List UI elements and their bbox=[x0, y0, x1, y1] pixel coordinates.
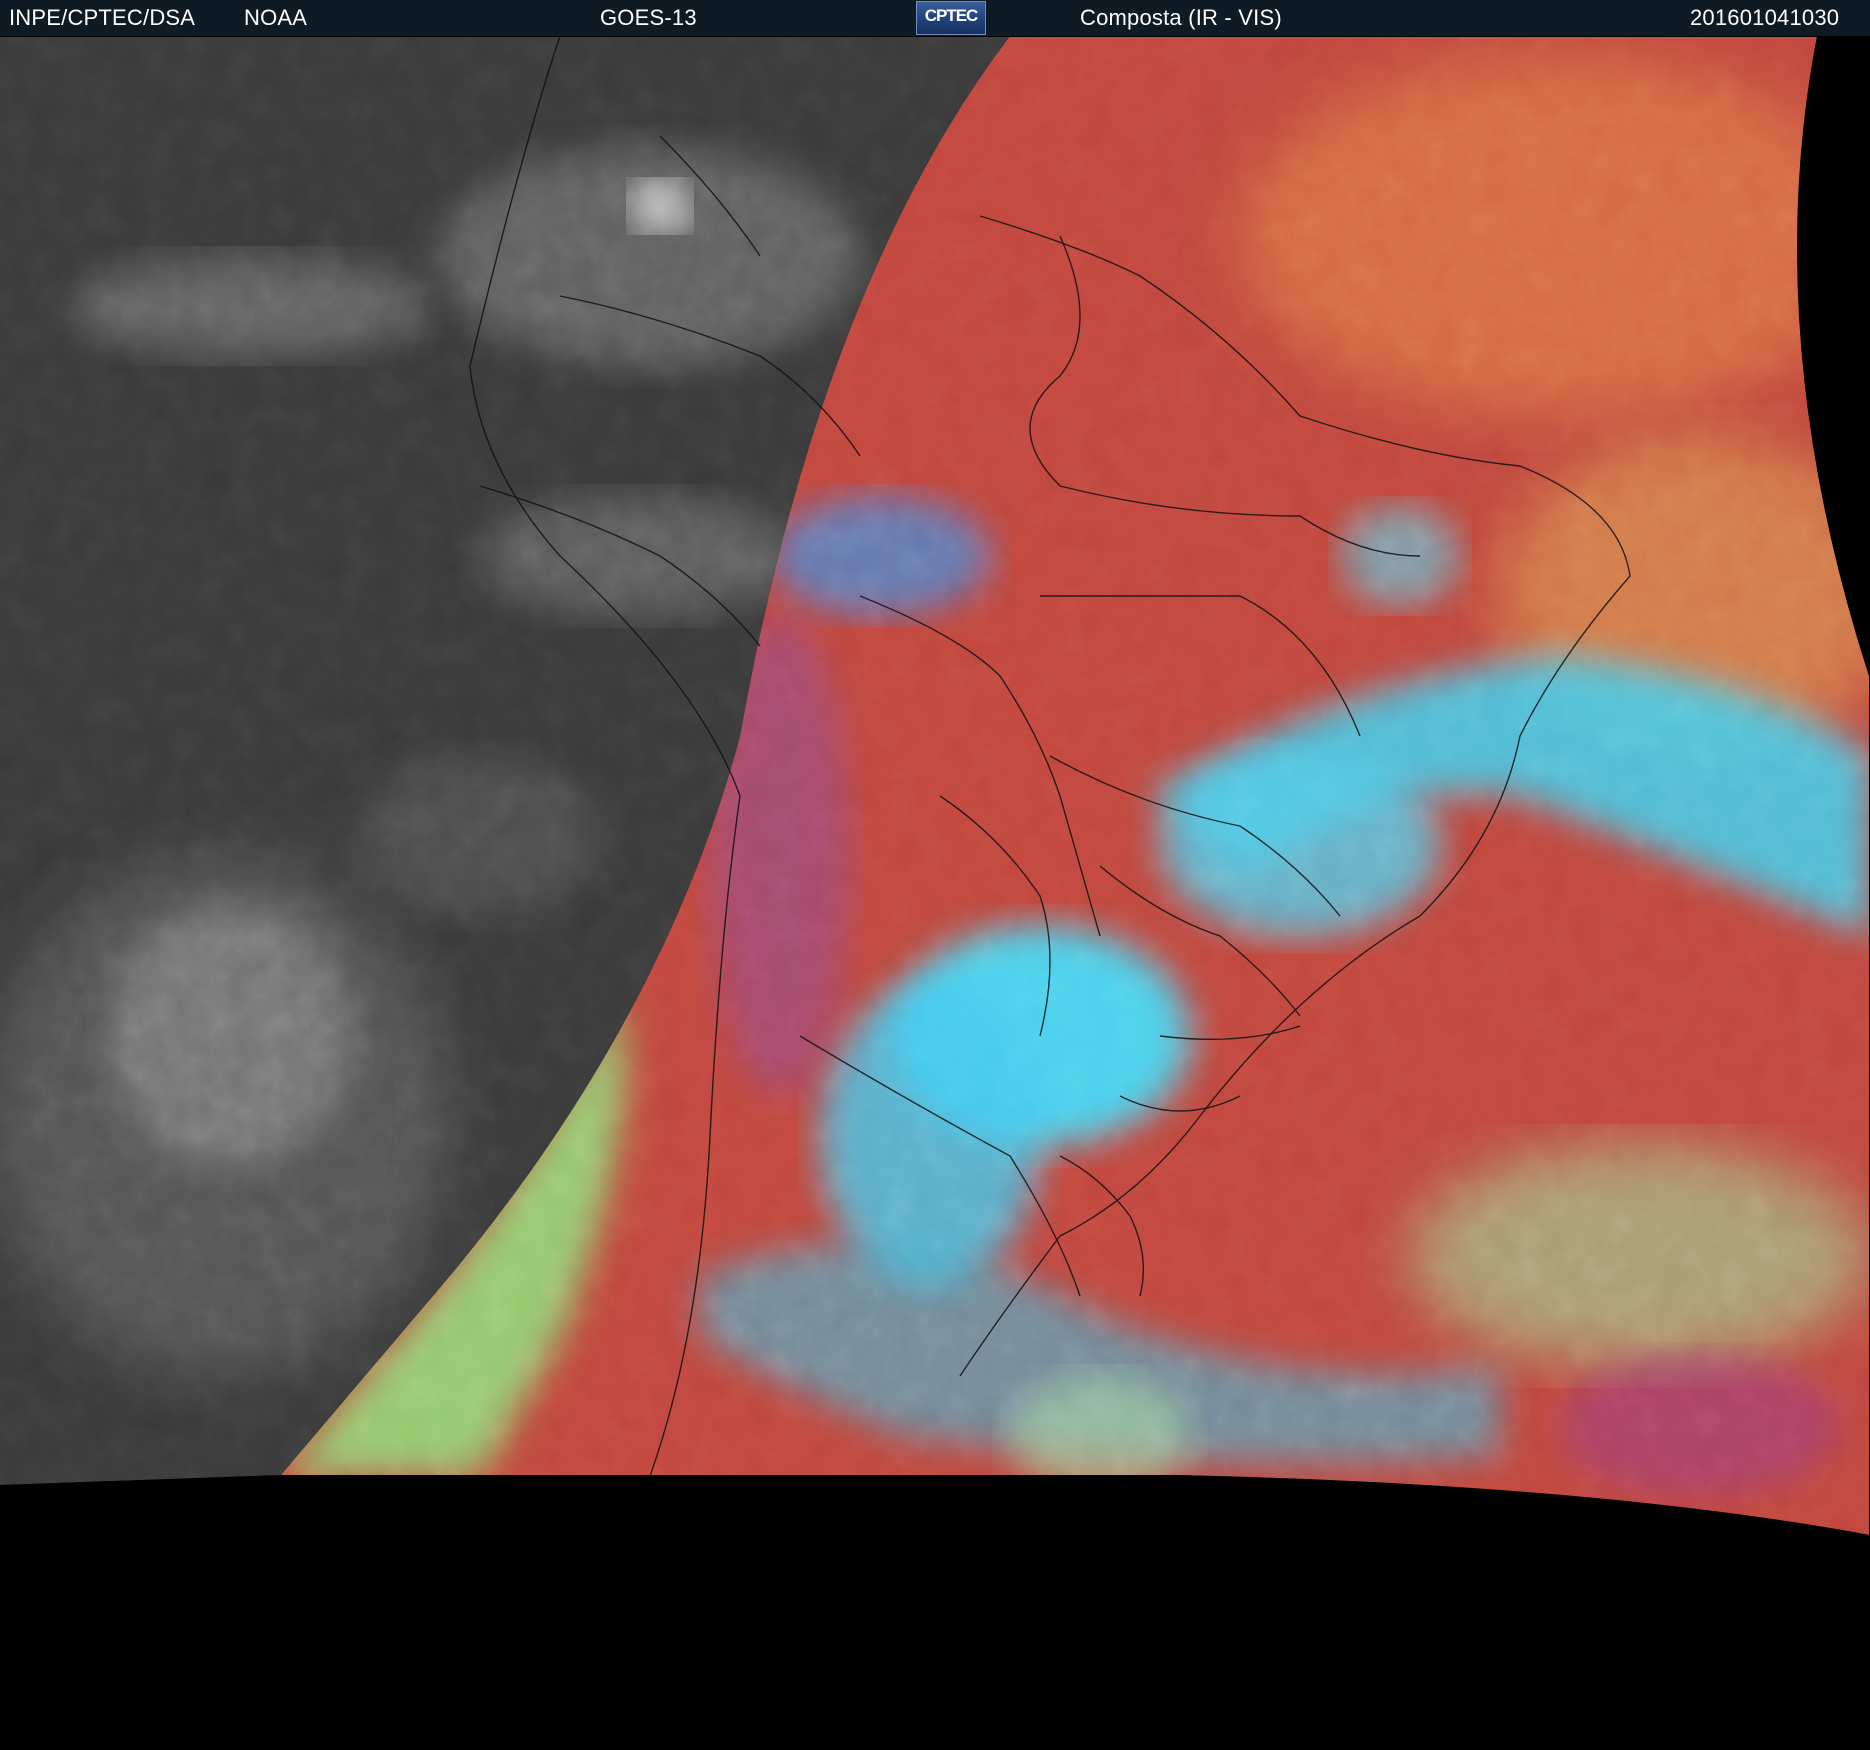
satellite-label: GOES-13 bbox=[600, 5, 697, 30]
cptec-logo: CPTEC bbox=[916, 1, 986, 35]
satellite-image bbox=[0, 36, 1870, 1750]
agency-label: NOAA bbox=[244, 5, 308, 30]
timestamp-label: 201601041030 bbox=[1690, 5, 1840, 30]
product-label: Composta (IR - VIS) bbox=[1080, 5, 1282, 30]
cptec-logo-text: CPTEC bbox=[924, 6, 979, 25]
source-label: INPE/CPTEC/DSA bbox=[9, 5, 196, 30]
image-header-bar: INPE/CPTEC/DSA NOAA GOES-13 CPTEC Compos… bbox=[0, 0, 1870, 36]
